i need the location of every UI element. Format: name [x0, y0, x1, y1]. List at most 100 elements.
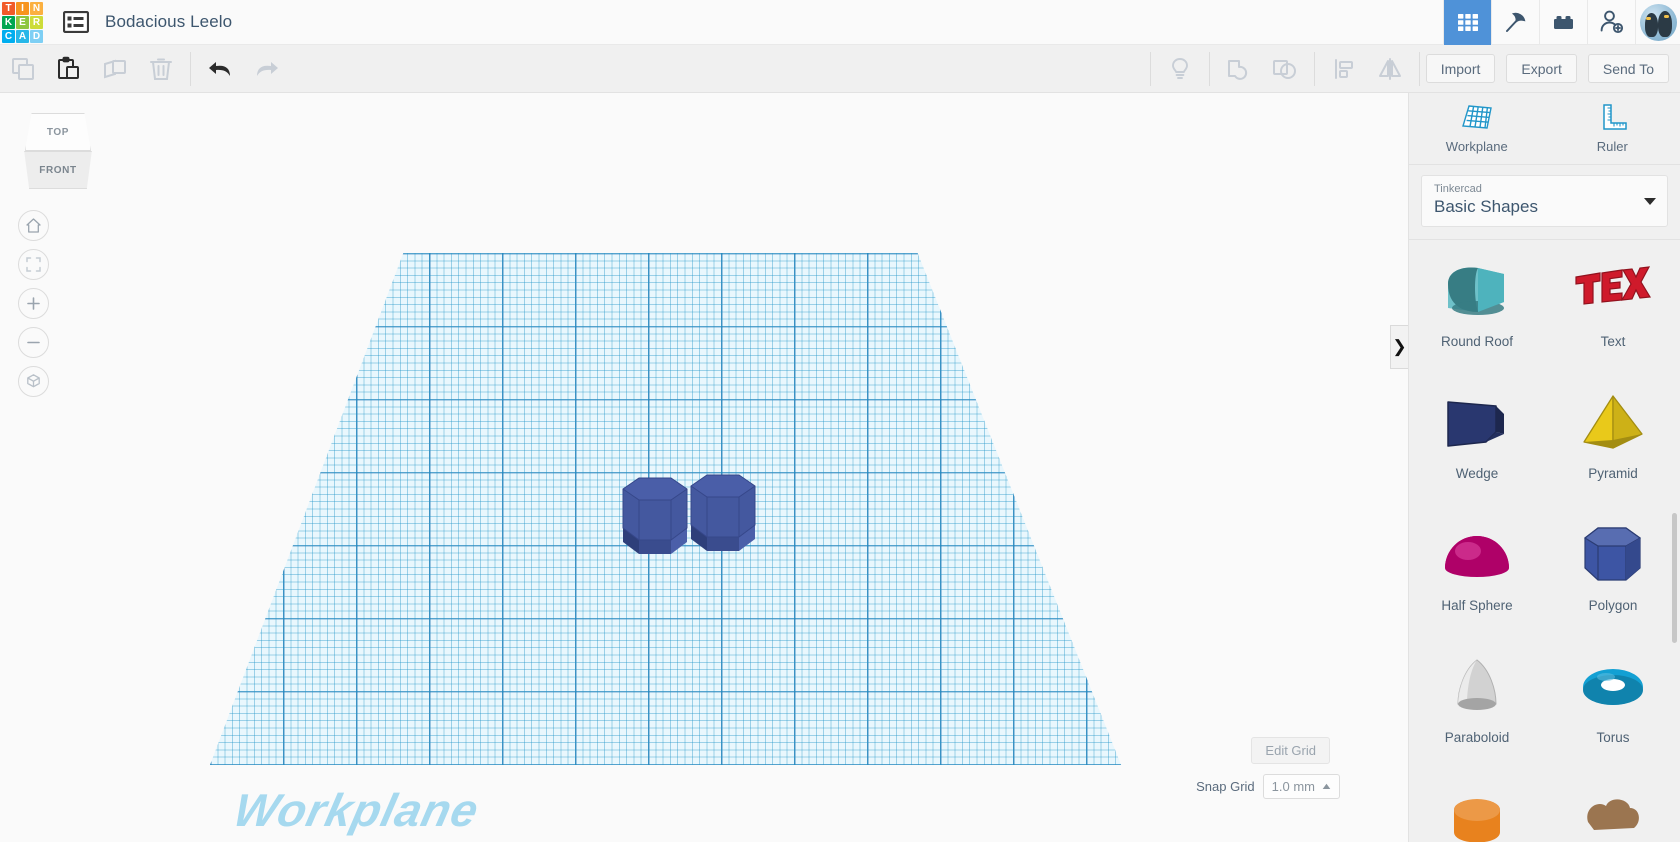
- logo-tile-d: D: [30, 29, 43, 43]
- lego-brick-icon[interactable]: [1539, 0, 1587, 45]
- snap-grid-control: Snap Grid 1.0 mm: [1196, 774, 1340, 799]
- shape-item-polygon[interactable]: Polygon: [1545, 506, 1680, 638]
- zoom-in-icon[interactable]: [18, 288, 49, 319]
- round-roof-shape: [1429, 252, 1525, 330]
- half-sphere-shape: [1429, 516, 1525, 594]
- shape-item-label: Round Roof: [1440, 334, 1514, 349]
- logo-tile-e: E: [16, 15, 29, 29]
- page-title: Bodacious Leelo: [105, 12, 233, 31]
- import-button[interactable]: Import: [1425, 54, 1496, 83]
- ruler-icon: [1603, 104, 1627, 130]
- toolbar-divider-5: [1418, 51, 1420, 86]
- shape-item-torus[interactable]: Torus: [1545, 638, 1680, 770]
- shape-item-wedge[interactable]: Wedge: [1409, 374, 1545, 506]
- shape-item-orange-shape[interactable]: [1409, 770, 1545, 842]
- chevron-up-icon: [1322, 783, 1331, 789]
- logo-tile-n: N: [30, 1, 43, 15]
- torus-shape: [1565, 648, 1661, 726]
- penguin-avatar-image: [1639, 3, 1677, 41]
- duplicate-icon[interactable]: [92, 45, 138, 93]
- chevron-right-icon[interactable]: ❯: [1390, 325, 1408, 369]
- toolbar-divider: [190, 51, 191, 86]
- shape-item-brown-shape[interactable]: [1545, 770, 1680, 842]
- workplane-area[interactable]: Workplane: [0, 93, 1408, 842]
- hint-lightbulb-icon[interactable]: [1157, 45, 1203, 93]
- shape-item-pyramid[interactable]: Pyramid: [1545, 374, 1680, 506]
- logo-tile-r: R: [30, 15, 43, 29]
- view-cube-top-face[interactable]: TOP: [25, 113, 91, 151]
- tinkercad-app: TINKERCAD Bodacious Leelo Import Export …: [0, 0, 1680, 842]
- pyramid-shape: [1565, 384, 1661, 462]
- edit-toolbar: Import Export Send To: [0, 45, 1680, 93]
- align-icon[interactable]: [1321, 45, 1367, 93]
- shape-item-paraboloid[interactable]: Paraboloid: [1409, 638, 1545, 770]
- workplane-tool[interactable]: Workplane: [1409, 103, 1545, 154]
- shapes-panel: Workplane Ruler Tinkercad Basic Shapes R…: [1408, 93, 1680, 842]
- perspective-toggle-icon[interactable]: [18, 366, 49, 397]
- fit-to-view-icon[interactable]: [18, 249, 49, 280]
- home-view-icon[interactable]: [18, 210, 49, 241]
- shape-item-label: Half Sphere: [1441, 598, 1513, 613]
- edit-grid-button[interactable]: Edit Grid: [1251, 737, 1330, 764]
- shape-item-label: Torus: [1596, 730, 1630, 745]
- workplane-tool-label: Workplane: [1445, 139, 1508, 154]
- library-owner: Tinkercad: [1434, 183, 1482, 195]
- gallery-grid-icon[interactable]: [1443, 0, 1491, 45]
- workplane-icon: [1461, 105, 1492, 129]
- library-selector[interactable]: Tinkercad Basic Shapes: [1421, 175, 1668, 227]
- tinkercad-logo[interactable]: TIN KER CAD: [0, 0, 45, 45]
- snap-grid-select[interactable]: 1.0 mm: [1262, 774, 1340, 799]
- shape-item-round-roof[interactable]: Round Roof: [1409, 242, 1545, 374]
- view-cube-front-face[interactable]: FRONT: [24, 151, 92, 189]
- copy-icon[interactable]: [0, 45, 46, 93]
- paraboloid-shape: [1429, 648, 1525, 726]
- delete-trash-icon[interactable]: [138, 45, 184, 93]
- toolbar-divider-4: [1313, 51, 1315, 86]
- snap-grid-value: 1.0 mm: [1271, 779, 1315, 794]
- shape-item-label: Paraboloid: [1444, 730, 1510, 745]
- export-button[interactable]: Export: [1506, 54, 1577, 83]
- shape-item-text[interactable]: Text: [1545, 242, 1680, 374]
- panel-tools: Workplane Ruler: [1409, 93, 1680, 165]
- shape-item-label: Polygon: [1588, 598, 1638, 613]
- paste-icon[interactable]: [46, 45, 92, 93]
- logo-tile-i: I: [16, 1, 29, 15]
- shape-grid: Round Roof Text Wedge Pyramid Half Spher…: [1409, 239, 1680, 842]
- chevron-down-icon[interactable]: [1644, 198, 1656, 205]
- polygon-shape: [1565, 516, 1661, 594]
- list-document-icon[interactable]: [63, 11, 89, 33]
- shape-item-half-sphere[interactable]: Half Sphere: [1409, 506, 1545, 638]
- wedge-shape: [1429, 384, 1525, 462]
- group-icon[interactable]: [1216, 45, 1262, 93]
- shape-item-label: Pyramid: [1588, 466, 1638, 481]
- toolbar-divider-2: [1149, 51, 1151, 86]
- ungroup-icon[interactable]: [1262, 45, 1308, 93]
- avatar[interactable]: [1635, 0, 1680, 45]
- undo-icon[interactable]: [197, 45, 243, 93]
- orange-shape: [1429, 780, 1525, 842]
- send-to-button[interactable]: Send To: [1587, 54, 1669, 83]
- logo-tile-a: A: [16, 29, 29, 43]
- polygon-prism-right[interactable]: [681, 473, 769, 565]
- shape-item-label: Wedge: [1455, 466, 1499, 481]
- brown-shape: [1565, 780, 1661, 842]
- text-shape: [1565, 252, 1661, 330]
- zoom-out-icon[interactable]: [18, 327, 49, 358]
- top-bar: TIN KER CAD Bodacious Leelo: [0, 0, 1680, 45]
- library-name: Basic Shapes: [1434, 197, 1538, 216]
- add-person-icon[interactable]: [1587, 0, 1635, 45]
- workplane-watermark: Workplane: [228, 784, 485, 836]
- logo-tile-k: K: [2, 15, 15, 29]
- logo-tile-t: T: [2, 1, 15, 15]
- 3d-viewport[interactable]: Workplane TOP FRONT Edit Grid Snap Grid …: [0, 93, 1408, 842]
- topbar-actions: [1443, 0, 1680, 45]
- toolbar-right-group: Import Export Send To: [1144, 45, 1680, 93]
- mirror-icon[interactable]: [1367, 45, 1413, 93]
- shape-item-label: Text: [1600, 334, 1626, 349]
- pickaxe-icon[interactable]: [1491, 0, 1539, 45]
- panel-scrollbar[interactable]: [1672, 513, 1677, 643]
- library-selector-wrap: Tinkercad Basic Shapes: [1409, 165, 1680, 239]
- redo-icon[interactable]: [243, 45, 289, 93]
- view-cube[interactable]: TOP FRONT: [22, 113, 94, 189]
- ruler-tool[interactable]: Ruler: [1545, 103, 1680, 154]
